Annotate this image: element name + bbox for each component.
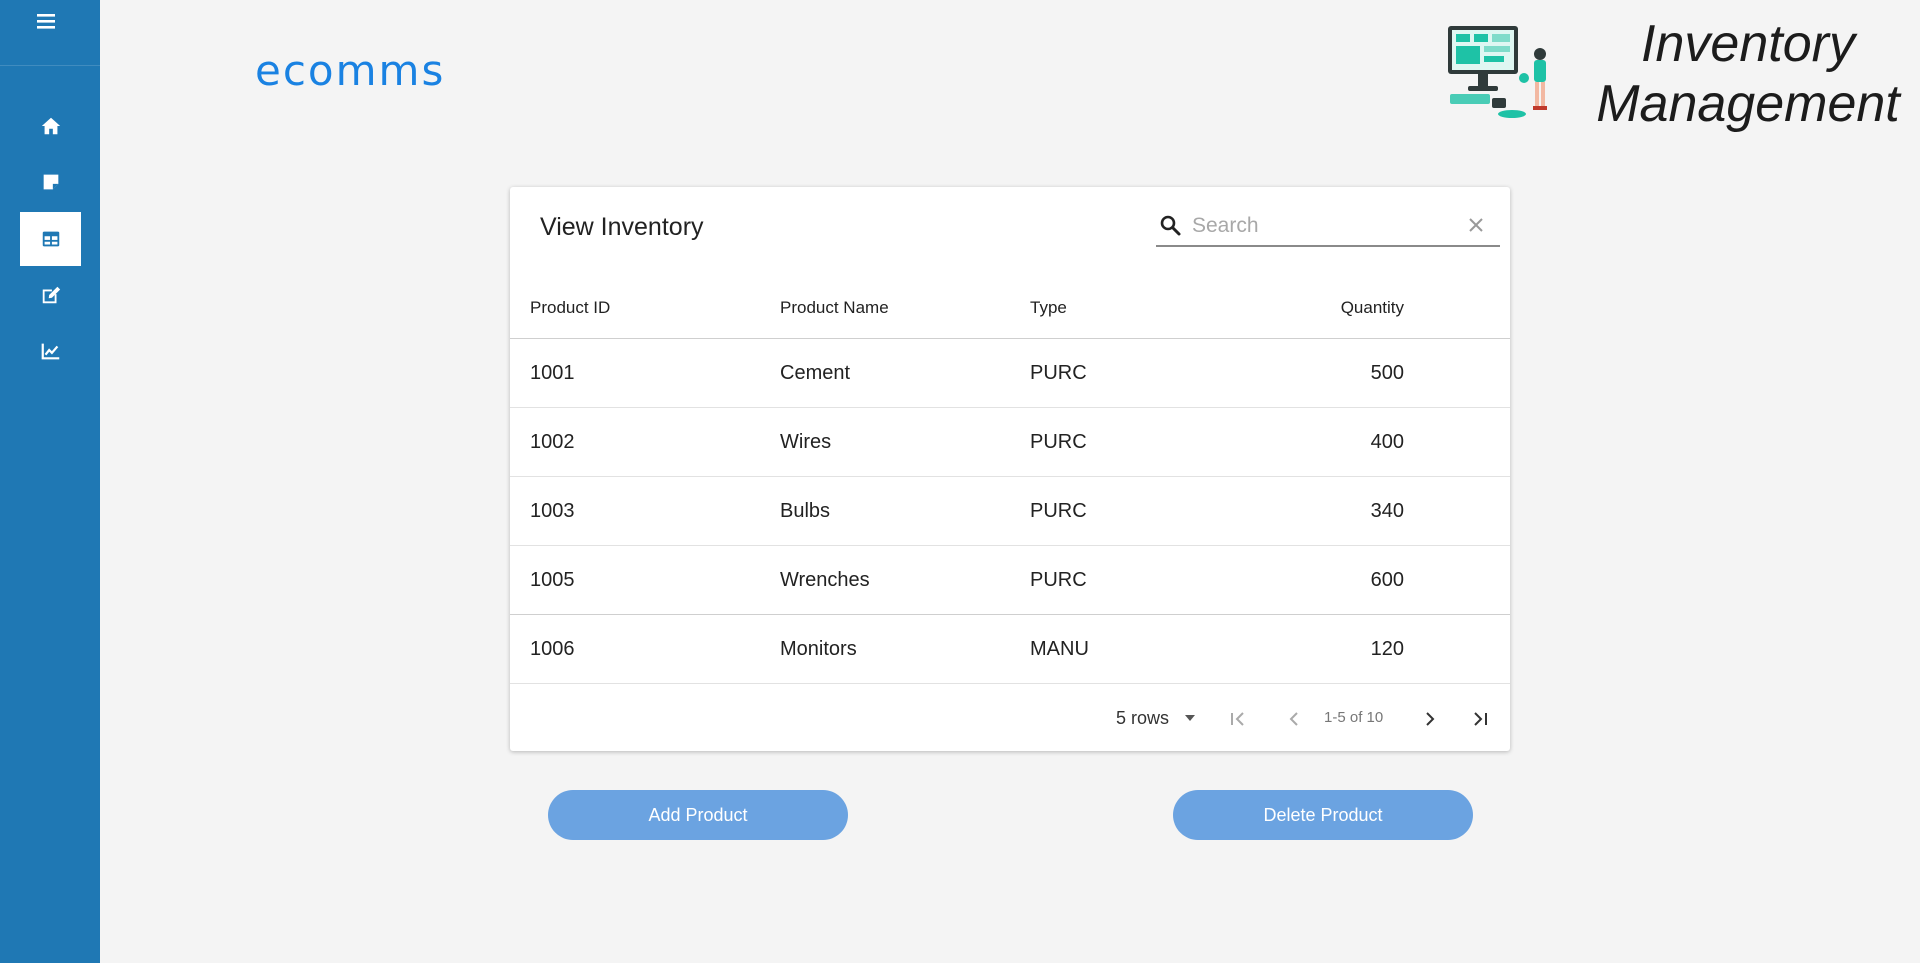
table-icon — [42, 231, 59, 247]
cell-product-id: 1003 — [510, 476, 760, 546]
page-title: Inventory Management — [1596, 15, 1900, 133]
next-page-button[interactable] — [1416, 705, 1444, 733]
last-page-icon — [1474, 712, 1487, 726]
sidebar-item-home[interactable] — [20, 99, 81, 153]
table-header-row: Product ID Product Name Type Quantity — [510, 277, 1510, 339]
column-header-type[interactable]: Type — [1010, 277, 1230, 339]
inventory-illustration — [1448, 26, 1547, 118]
sidebar-item-edit[interactable] — [20, 268, 81, 322]
inventory-table: Product ID Product Name Type Quantity 10… — [510, 277, 1510, 684]
home-icon — [41, 117, 60, 135]
column-header-product-name[interactable]: Product Name — [760, 277, 1010, 339]
cell-type: PURC — [1010, 476, 1230, 546]
add-product-button[interactable]: Add Product — [548, 790, 848, 840]
cell-type: PURC — [1010, 407, 1230, 477]
note-icon — [43, 174, 58, 190]
column-header-product-id[interactable]: Product ID — [510, 277, 760, 339]
search-icon — [1160, 215, 1181, 236]
brand-logo: ecomms — [255, 46, 446, 95]
cell-product-id: 1005 — [510, 545, 760, 615]
table-row[interactable]: 1005 Wrenches PURC 600 — [510, 545, 1510, 615]
last-page-button[interactable] — [1466, 705, 1494, 733]
page-range: 1-5 of 10 — [1324, 709, 1384, 726]
edit-icon — [42, 286, 60, 304]
cell-type: PURC — [1010, 545, 1230, 615]
menu-icon[interactable] — [30, 8, 62, 34]
cell-product-id: 1006 — [510, 614, 760, 684]
cell-quantity: 600 — [1230, 545, 1510, 615]
table-row[interactable]: 1001 Cement PURC 500 — [510, 338, 1510, 408]
rows-per-page-value: 5 rows — [1116, 707, 1170, 728]
table-row[interactable]: 1003 Bulbs PURC 340 — [510, 476, 1510, 546]
first-page-button[interactable] — [1224, 705, 1252, 733]
rows-per-page-select[interactable]: 5 rows — [1116, 705, 1197, 731]
column-header-quantity[interactable]: Quantity — [1230, 277, 1510, 339]
search-input[interactable] — [1190, 211, 1454, 241]
cell-product-name: Bulbs — [760, 476, 1010, 546]
dropdown-caret-icon — [1185, 715, 1196, 721]
clear-search-icon[interactable] — [1466, 215, 1486, 235]
cell-quantity: 400 — [1230, 407, 1510, 477]
cell-type: PURC — [1010, 338, 1230, 408]
sidebar-item-analytics[interactable] — [20, 324, 81, 378]
cell-product-name: Cement — [760, 338, 1010, 408]
sidebar — [0, 0, 100, 963]
delete-product-button[interactable]: Delete Product — [1173, 790, 1473, 840]
sidebar-item-notes[interactable] — [20, 155, 81, 209]
table-row[interactable]: 1002 Wires PURC 400 — [510, 407, 1510, 477]
cell-quantity: 340 — [1230, 476, 1510, 546]
cell-quantity: 120 — [1230, 614, 1510, 684]
previous-page-button[interactable] — [1280, 705, 1308, 733]
cell-product-name: Monitors — [760, 614, 1010, 684]
cell-product-name: Wires — [760, 407, 1010, 477]
cell-product-id: 1001 — [510, 338, 760, 408]
cell-quantity: 500 — [1230, 338, 1510, 408]
cell-product-id: 1002 — [510, 407, 760, 477]
cell-product-name: Wrenches — [760, 545, 1010, 615]
cell-type: MANU — [1010, 614, 1230, 684]
chevron-left-icon — [1289, 712, 1298, 726]
first-page-icon — [1231, 712, 1244, 726]
chart-icon — [41, 343, 59, 360]
pagination-bar: 5 rows 1-5 of 10 — [510, 687, 1510, 751]
search-field — [1156, 205, 1500, 247]
sidebar-divider — [0, 65, 100, 66]
table-row[interactable]: 1006 Monitors MANU 120 — [510, 614, 1510, 684]
card-title: View Inventory — [540, 213, 704, 241]
sidebar-item-inventory[interactable] — [20, 212, 81, 266]
chevron-right-icon — [1426, 712, 1435, 726]
inventory-card: View Inventory Product ID Product Name T… — [510, 187, 1510, 751]
